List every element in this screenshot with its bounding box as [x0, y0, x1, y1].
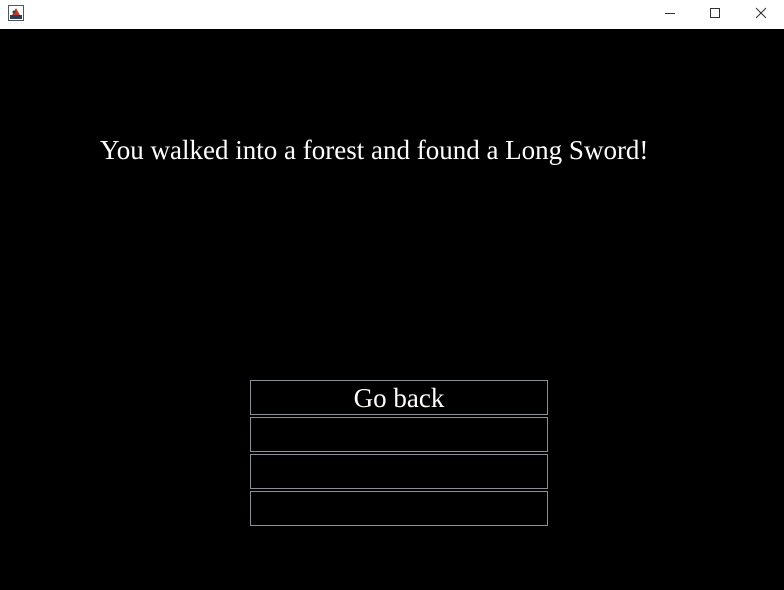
title-bar[interactable] — [0, 0, 784, 29]
game-window: You walked into a forest and found a Lon… — [0, 0, 784, 590]
minimize-button[interactable] — [647, 0, 693, 29]
choice-button-3[interactable] — [250, 454, 548, 489]
close-button[interactable] — [738, 0, 784, 29]
choice-button-4[interactable] — [250, 491, 548, 526]
choice-button-2[interactable] — [250, 417, 548, 452]
minimize-icon — [664, 6, 676, 24]
choice-panel: Go back — [250, 380, 550, 528]
choice-button-1[interactable]: Go back — [250, 380, 548, 415]
maximize-button[interactable] — [692, 0, 738, 29]
close-icon — [755, 6, 767, 24]
maximize-icon — [709, 6, 721, 24]
story-message: You walked into a forest and found a Lon… — [100, 135, 649, 165]
java-app-icon — [8, 5, 24, 21]
game-panel: You walked into a forest and found a Lon… — [0, 29, 784, 590]
